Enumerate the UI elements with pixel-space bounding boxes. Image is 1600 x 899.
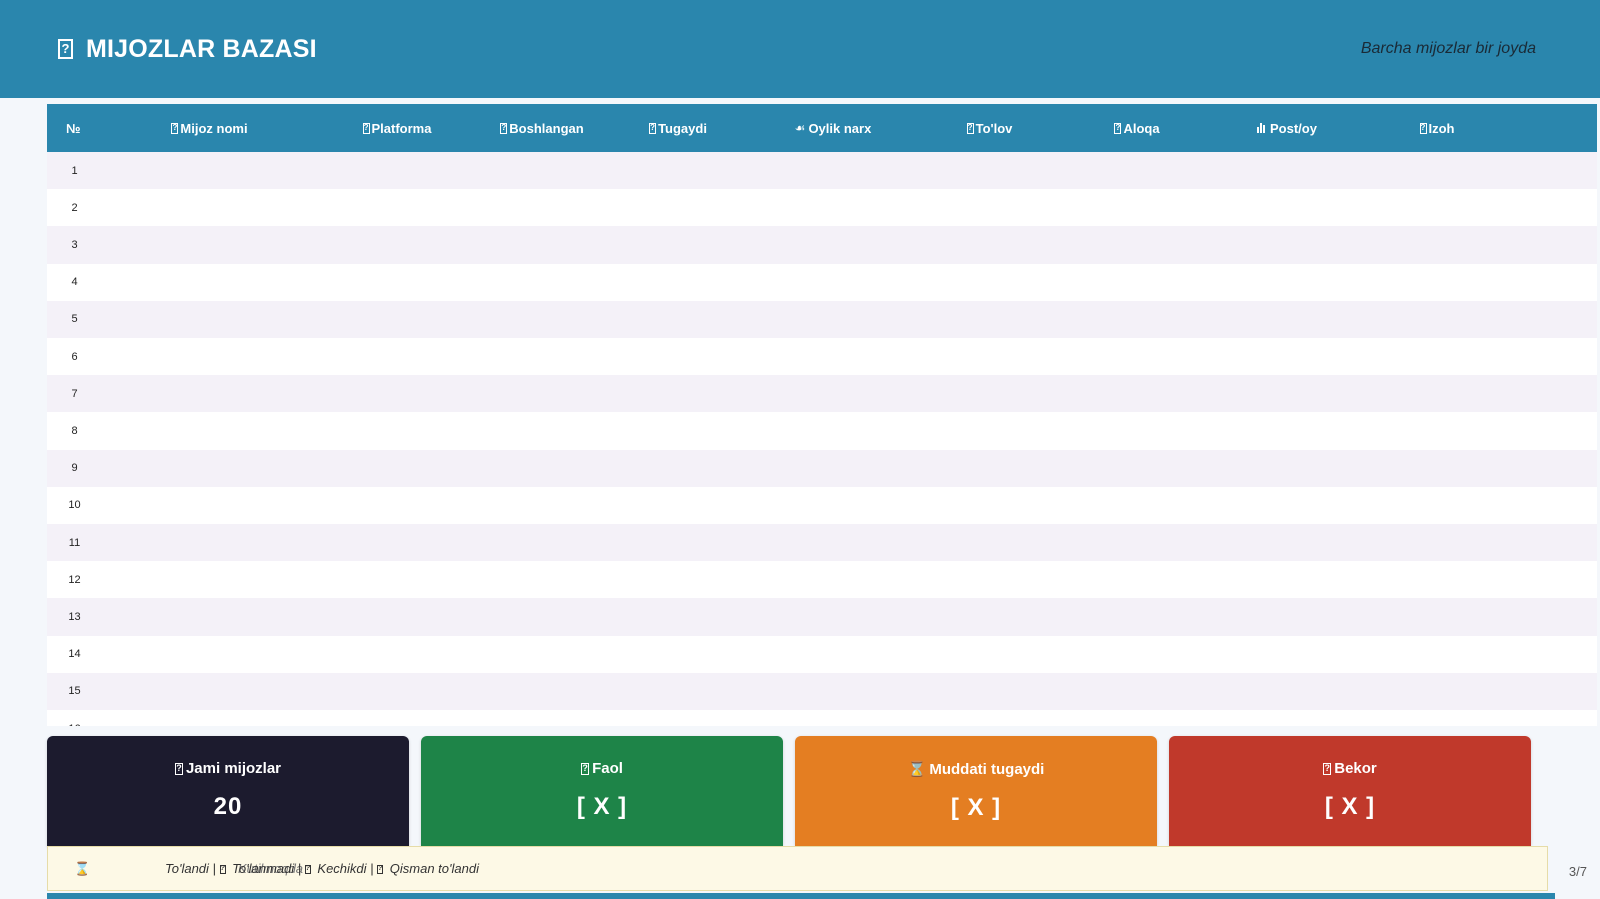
missing-glyph-icon	[500, 122, 508, 134]
missing-glyph-icon	[58, 39, 73, 59]
card-label: Bekor	[1334, 760, 1377, 777]
summary-cards: Jami mijozlar 20 Faol [ X ] ⌛Muddati tug…	[47, 736, 1555, 846]
row-number: 11	[68, 536, 81, 549]
row-number: 9	[71, 462, 78, 475]
row-number: 16	[47, 710, 102, 726]
column-header-posts-per-month[interactable]: Post/oy	[1212, 104, 1362, 152]
bottom-accent-bar	[47, 893, 1555, 899]
row-number: 3	[71, 238, 78, 251]
card-value: [ X ]	[576, 793, 628, 820]
column-header-number[interactable]: №	[47, 104, 102, 152]
table-row[interactable]: 8	[47, 412, 1597, 450]
missing-glyph-icon	[649, 122, 657, 134]
row-number: 2	[71, 201, 78, 214]
card-value: [ X ]	[1324, 793, 1376, 820]
table-row[interactable]: 16	[47, 710, 1597, 726]
column-header-monthly-price[interactable]: ☙ Oylik narx	[749, 104, 917, 152]
row-number: 15	[68, 685, 81, 698]
table-row[interactable]: 13	[47, 598, 1597, 636]
legend-item-paid: To'landi	[165, 861, 209, 876]
row-number: 1	[71, 164, 78, 177]
missing-glyph-icon	[377, 865, 384, 874]
legend-item-partial: Qisman to'landi	[389, 861, 479, 876]
missing-glyph-icon	[304, 865, 311, 874]
page-title: MIJOZLAR BAZASI	[86, 34, 317, 63]
table-row[interactable]: 1	[47, 152, 1597, 190]
table-row[interactable]: 6	[47, 338, 1597, 376]
legend-item-late: Kechikdi	[317, 861, 367, 876]
missing-glyph-icon	[1419, 122, 1427, 134]
table-row[interactable]: 9	[47, 449, 1597, 487]
table-row[interactable]: 10	[47, 486, 1597, 524]
table-row[interactable]: 4	[47, 263, 1597, 301]
table-row[interactable]: 14	[47, 635, 1597, 673]
row-number: 14	[68, 648, 81, 661]
column-header-client-name[interactable]: Mijoz nomi	[102, 104, 317, 152]
page-indicator: 3/7	[1568, 864, 1587, 879]
table-header: № Mijoz nomi Platforma Boshlangan Tugayd…	[47, 104, 1597, 152]
row-number: 5	[71, 313, 78, 326]
missing-glyph-icon	[581, 763, 590, 775]
missing-glyph-icon	[1323, 763, 1332, 775]
card-active: Faol [ X ]	[421, 736, 783, 846]
card-label: Jami mijozlar	[185, 760, 282, 777]
hourglass-icon: ⌛	[74, 861, 91, 876]
row-number: 10	[68, 499, 81, 512]
hourglass-icon: ⌛	[907, 761, 927, 778]
row-number: 7	[71, 387, 78, 400]
column-header-note[interactable]: Izoh	[1362, 104, 1512, 152]
table-body: 12345678910111213141516	[47, 104, 1597, 726]
column-header-payment[interactable]: To'lov	[917, 104, 1062, 152]
card-value: [ X ]	[950, 794, 1002, 821]
column-header-end-date[interactable]: Tugaydi	[607, 104, 749, 152]
page-subtitle: Barcha mijozlar bir joyda	[1360, 40, 1536, 57]
row-number: 8	[71, 424, 78, 437]
missing-glyph-icon	[1114, 122, 1122, 134]
bar-chart-icon	[1257, 123, 1266, 133]
legend-items: To'landi | To'lanmadi | Kechikdi | Qisma…	[165, 861, 479, 876]
card-label: Faol	[592, 760, 623, 777]
row-number: 4	[71, 276, 78, 289]
card-expiring: ⌛ Muddati tugaydi [ X ]	[795, 736, 1157, 846]
table-row[interactable]: 11	[47, 524, 1597, 562]
table-row[interactable]: 15	[47, 672, 1597, 710]
missing-glyph-icon	[171, 122, 179, 134]
missing-glyph-icon	[966, 122, 974, 134]
payment-status-legend: ⌛ Kutilmoqda To'landi | To'lanmadi | Kec…	[47, 846, 1548, 891]
row-number: 6	[71, 350, 78, 363]
header-title-group: MIJOZLAR BAZASI	[58, 35, 317, 64]
card-cancelled: Bekor [ X ]	[1169, 736, 1531, 846]
card-label: Muddati tugaydi	[929, 761, 1045, 778]
missing-glyph-icon	[362, 122, 370, 134]
column-header-contact[interactable]: Aloqa	[1062, 104, 1212, 152]
clients-table: № Mijoz nomi Platforma Boshlangan Tugayd…	[47, 104, 1597, 726]
card-total-clients: Jami mijozlar 20	[47, 736, 409, 846]
page-header: MIJOZLAR BAZASI Barcha mijozlar bir joyd…	[0, 0, 1600, 98]
legend-item-unpaid: To'lanmadi	[232, 861, 295, 876]
table-row[interactable]: 3	[47, 226, 1597, 264]
missing-glyph-icon	[219, 865, 226, 874]
column-header-start-date[interactable]: Boshlangan	[477, 104, 607, 152]
row-number: 13	[68, 610, 81, 623]
table-row[interactable]: 12	[47, 561, 1597, 599]
missing-glyph-icon	[174, 763, 183, 775]
table-row[interactable]: 7	[47, 375, 1597, 413]
card-value: 20	[213, 793, 243, 820]
row-number: 12	[68, 573, 81, 586]
table-row[interactable]: 2	[47, 189, 1597, 227]
money-bag-icon: ☙	[794, 121, 806, 135]
table-row[interactable]: 5	[47, 300, 1597, 338]
column-header-platform[interactable]: Platforma	[317, 104, 477, 152]
